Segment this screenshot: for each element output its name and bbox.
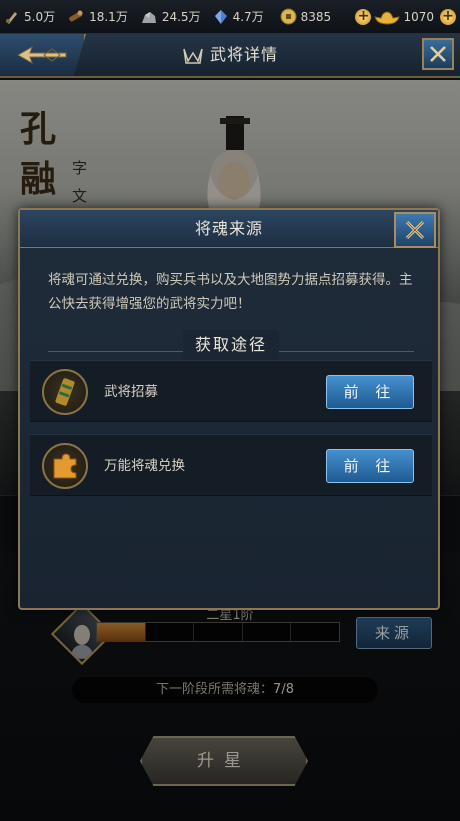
route-row-exchange: 万能将魂兑换 前 往 [30, 434, 432, 496]
resource-coin-value: 8385 [300, 9, 332, 24]
soul-source-dialog: 将魂来源 将魂可通过兑换，购买兵书以及大地图势力据点招募获得。主公快去获得增强您… [18, 208, 440, 610]
puzzle-icon [53, 453, 77, 479]
dialog-close-button[interactable] [394, 212, 436, 248]
go-button-exchange[interactable]: 前 往 [326, 449, 414, 483]
resource-wood: 18.1万 [67, 8, 128, 25]
ways-section-header: 获取途径 [48, 330, 414, 360]
ways-title: 获取途径 [182, 330, 279, 360]
dialog-title: 将魂来源 [20, 210, 438, 248]
route-icon-frame [42, 369, 88, 415]
close-button[interactable] [422, 38, 454, 70]
arrow-left-icon [16, 45, 67, 65]
wood-icon [69, 10, 83, 21]
gold-ingot-icon [374, 11, 401, 25]
resource-troops-value: 5.0万 [24, 10, 56, 24]
add-ingot-button[interactable]: + [355, 9, 372, 25]
route-icon-frame [42, 443, 88, 489]
route-row-recruit: 武将招募 前 往 [30, 360, 432, 422]
resource-bar: 5.0万 18.1万 24.5万 4.7万 8385 + 1070 + [0, 0, 460, 34]
resource-stone-value: 24.5万 [161, 10, 201, 24]
resource-stone: 24.5万 [140, 8, 201, 25]
dialog-description: 将魂可通过兑换，购买兵书以及大地图势力据点招募获得。主公快去获得增强您的武将实力… [48, 272, 413, 312]
add-coin-button[interactable]: + [440, 9, 456, 25]
back-button[interactable] [0, 34, 86, 76]
route-label: 万能将魂兑换 [104, 458, 185, 474]
scroll-icon [55, 378, 75, 406]
ingot-value: 1070 [403, 10, 434, 24]
crystal-icon [214, 9, 227, 24]
resource-wood-value: 18.1万 [89, 10, 128, 24]
resource-coin: 8385 [280, 8, 332, 25]
go-button-recruit[interactable]: 前 往 [326, 375, 414, 409]
stone-icon [141, 11, 156, 23]
route-label: 武将招募 [104, 384, 158, 400]
resource-crystal-value: 4.7万 [232, 10, 264, 24]
coin-icon [280, 8, 297, 25]
page-title-text: 武将详情 [209, 45, 278, 64]
troops-icon [6, 11, 17, 24]
close-icon [405, 220, 425, 240]
resource-crystal: 4.7万 [213, 8, 264, 25]
page-header: 武将详情 [0, 34, 460, 78]
resource-troops: 5.0万 [4, 8, 55, 25]
ingot-group: + 1070 + [355, 0, 456, 34]
close-icon [430, 46, 446, 62]
crest-icon [183, 48, 203, 64]
